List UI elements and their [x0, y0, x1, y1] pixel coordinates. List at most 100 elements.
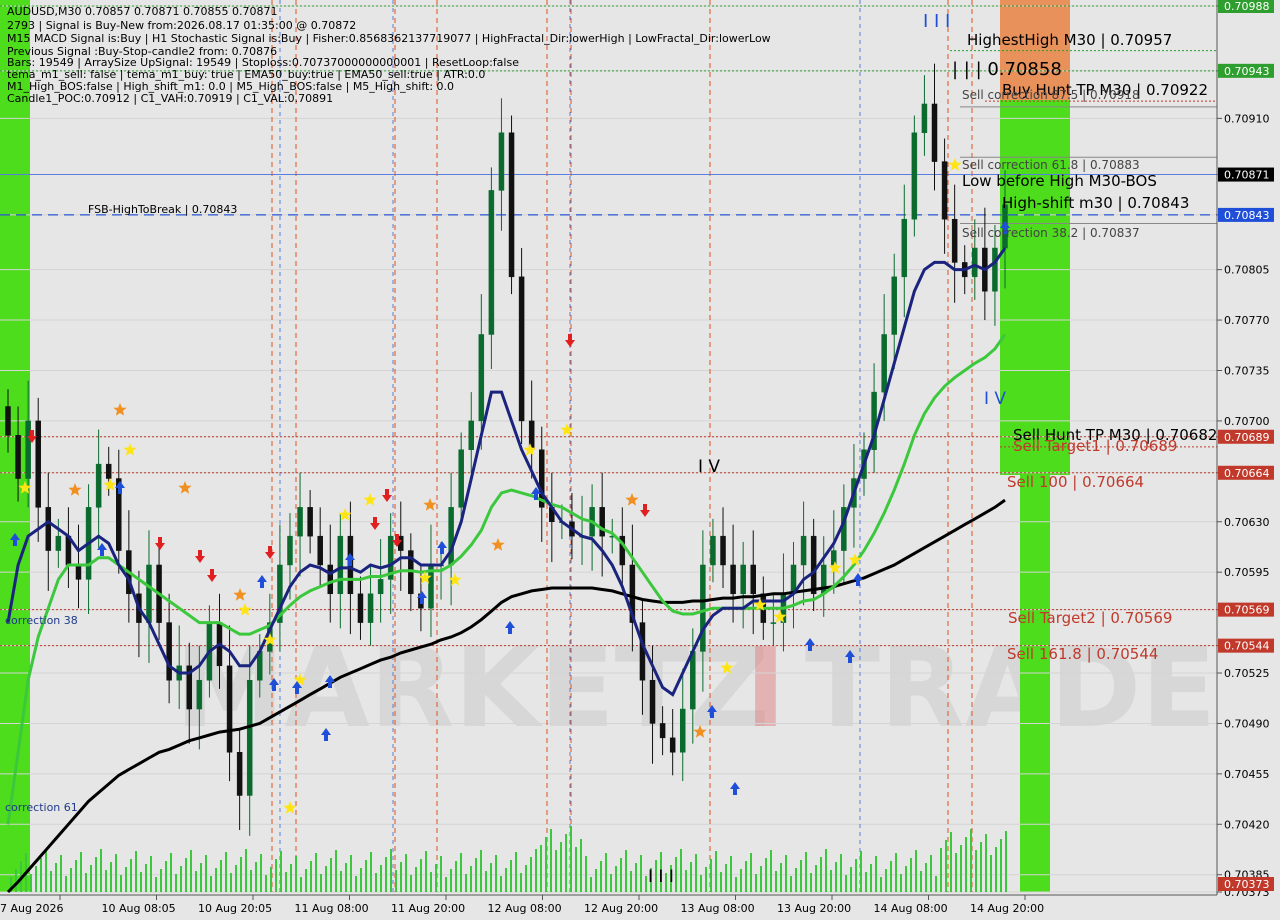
volume-bar: [45, 850, 47, 892]
time-tick-label: 13 Aug 08:00: [681, 902, 755, 915]
volume-bar: [70, 868, 72, 892]
volume-bar: [805, 852, 807, 892]
time-tick-label: 7 Aug 2026: [0, 902, 63, 915]
volume-bar: [685, 870, 687, 892]
volume-bar: [755, 874, 757, 892]
volume-bar: [590, 877, 592, 892]
low-before-high-label: Low before High M30-BOS: [962, 172, 1157, 190]
volume-bar: [765, 858, 767, 892]
volume-bar: [405, 854, 407, 892]
volume-bar: [970, 829, 972, 892]
high-shift-label: High-shift m30 | 0.70843: [1002, 194, 1189, 212]
volume-bar: [700, 875, 702, 892]
volume-bar: [915, 850, 917, 892]
volume-bar: [800, 860, 802, 892]
volume-bar: [910, 858, 912, 892]
volume-bar: [65, 876, 67, 892]
volume-bar: [585, 856, 587, 892]
volume-bar: [850, 867, 852, 892]
volume-bar: [195, 871, 197, 892]
candle-body: [669, 737, 676, 753]
volume-bar: [790, 876, 792, 892]
volume-bar: [845, 875, 847, 892]
volume-bar: [890, 861, 892, 892]
volume-bar: [400, 862, 402, 892]
volume-bar: [525, 865, 527, 892]
time-tick-label: 14 Aug 20:00: [970, 902, 1044, 915]
price-tick-label: 0.70770: [1224, 314, 1270, 327]
volume-bar: [1005, 831, 1007, 892]
candle-body: [740, 564, 746, 595]
volume-bar: [695, 854, 697, 892]
volume-bar: [950, 832, 952, 892]
volume-bar: [105, 870, 107, 892]
price-tick-label: 0.70805: [1224, 264, 1270, 277]
candle-body: [146, 564, 152, 623]
price-badge-label: 0.70988: [1224, 0, 1270, 13]
watermark-accent: I: [745, 624, 786, 752]
candle-body: [196, 679, 203, 710]
candle-body: [448, 507, 454, 566]
price-badge-label: 0.70569: [1224, 604, 1270, 617]
sell-target2-label: Sell Target2 | 0.70569: [1008, 609, 1172, 627]
buy-zone-upper: [1000, 100, 1070, 475]
volume-bar: [455, 861, 457, 892]
candle-body: [166, 622, 172, 681]
volume-bar: [705, 867, 707, 892]
price-badge-label: 0.70689: [1224, 431, 1270, 444]
wave-iii-bottom-label: I I I: [648, 867, 674, 887]
sell-100-label: Sell 100 | 0.70664: [1007, 473, 1144, 491]
volume-bar: [415, 867, 417, 892]
volume-bar: [710, 859, 712, 892]
candle-body: [468, 420, 475, 450]
volume-bar: [325, 866, 327, 892]
candle-body: [75, 564, 82, 580]
fsb-label: FSB-HighToBreak | 0.70843: [88, 203, 237, 216]
volume-bar: [1000, 839, 1002, 892]
wave-iii-top-label: I I I: [923, 11, 950, 32]
candle-body: [951, 218, 958, 263]
volume-bar: [270, 867, 272, 892]
correction-61-label: correction 61: [5, 801, 78, 814]
price-chart[interactable]: MARKETZ I TRADE HighestHigh M30 | 0.7095…: [0, 0, 1280, 920]
volume-bar: [330, 858, 332, 892]
volume-bar: [540, 845, 542, 892]
candle-body: [95, 463, 102, 508]
sell-corr-618-label: Sell correction 61.8 | 0.70883: [962, 158, 1140, 172]
volume-bar: [410, 875, 412, 892]
volume-bar: [135, 851, 137, 892]
volume-bar: [555, 850, 557, 892]
volume-bar: [945, 840, 947, 892]
candle-body: [317, 535, 323, 566]
volume-bar: [210, 876, 212, 892]
volume-bar: [780, 863, 782, 892]
candle-body: [337, 535, 344, 595]
candle-body: [55, 535, 62, 551]
volume-bar: [715, 851, 717, 892]
price-badge-label: 0.70843: [1224, 209, 1270, 222]
candle-body: [327, 564, 334, 595]
volume-bar: [320, 874, 322, 892]
volume-bar: [340, 871, 342, 892]
candle-body: [911, 132, 918, 220]
volume-bar: [975, 850, 977, 892]
price-badge-label: 0.70871: [1224, 169, 1270, 182]
candle-body: [357, 593, 364, 623]
candle-body: [35, 420, 41, 508]
volume-bar: [625, 850, 627, 892]
volume-bar: [425, 851, 427, 892]
volume-bar: [95, 857, 97, 892]
volume-bar: [615, 866, 617, 892]
volume-bar: [980, 842, 982, 892]
volume-bar: [840, 854, 842, 892]
volume-bar: [725, 864, 727, 892]
candle-body: [508, 132, 515, 278]
volume-bar: [215, 868, 217, 892]
candle-body: [45, 507, 52, 551]
volume-bar: [550, 829, 552, 892]
time-tick-label: 10 Aug 08:05: [102, 902, 176, 915]
volume-bar: [190, 850, 192, 892]
volume-bar: [355, 876, 357, 892]
volume-bar: [775, 871, 777, 892]
volume-bar: [570, 826, 572, 892]
